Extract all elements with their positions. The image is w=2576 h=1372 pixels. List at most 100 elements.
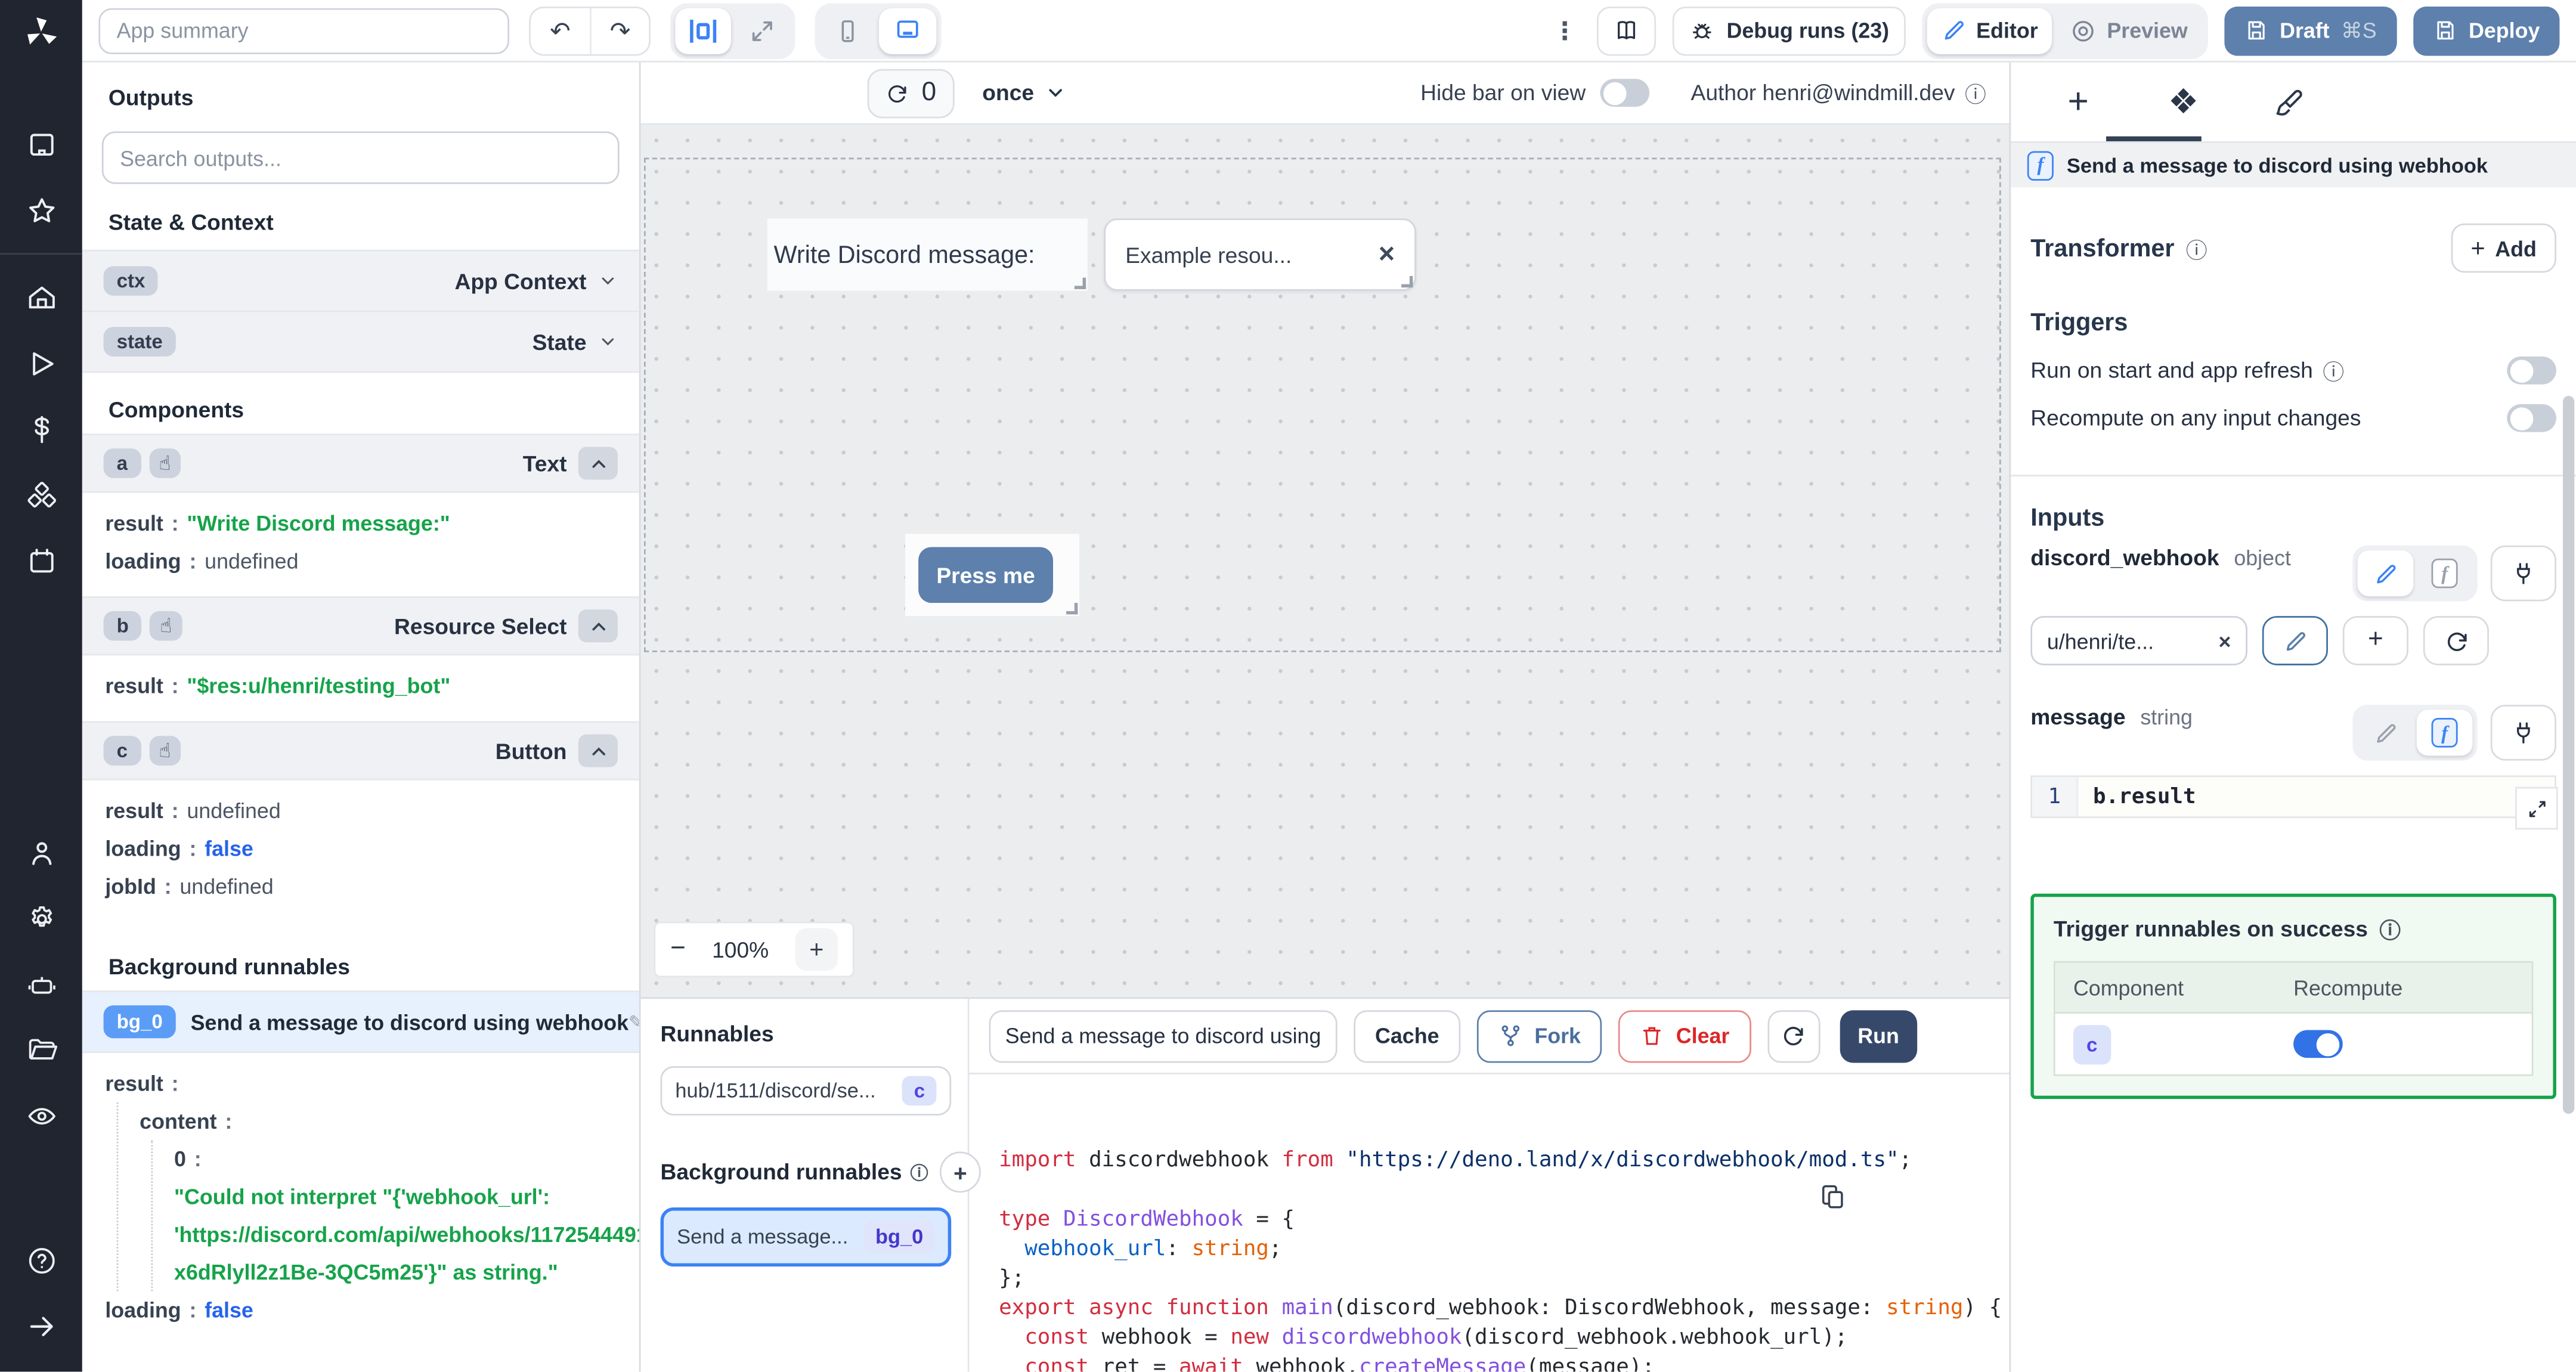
folders-icon[interactable]	[0, 1017, 82, 1082]
schedules-calendar-icon[interactable]	[0, 527, 82, 593]
collapse-chevron-up-icon[interactable]	[578, 734, 618, 767]
workspace-icon[interactable]	[0, 112, 82, 177]
docs-book-button[interactable]	[1596, 5, 1657, 55]
frequency-value: once	[982, 80, 1035, 106]
app-canvas[interactable]: Write Discord message: Example resou... …	[640, 125, 2010, 998]
home-icon[interactable]	[0, 265, 82, 330]
redo-button[interactable]: ↷	[590, 7, 649, 54]
script-editor-panel: Send a message to discord using Cache Fo…	[969, 999, 2010, 1372]
fork-icon	[1501, 1025, 1520, 1046]
code-editor[interactable]: import discordwebhook from "https://deno…	[970, 1074, 2010, 1372]
expand-editor-button[interactable]	[2515, 786, 2558, 830]
audit-eye-icon[interactable]	[0, 1083, 82, 1148]
connect-plug-button[interactable]	[2490, 545, 2556, 602]
cache-button[interactable]: Cache	[1354, 1009, 1461, 1063]
fork-button[interactable]: Fork	[1476, 1009, 1602, 1063]
workers-robot-icon[interactable]	[0, 951, 82, 1017]
resize-handle[interactable]	[1066, 603, 1078, 615]
tab-preview[interactable]: Preview	[2056, 7, 2203, 53]
tab-editor[interactable]: Editor	[1927, 7, 2053, 54]
windmill-logo-icon[interactable]	[0, 0, 82, 66]
runnable-item-bg0[interactable]: Send a message... bg_0	[660, 1207, 952, 1267]
refresh-resource-button[interactable]	[2423, 616, 2489, 665]
more-menu-button[interactable]: ⋮	[1549, 16, 1580, 45]
component-b-header[interactable]: b ☝ Resource Select	[82, 596, 639, 656]
debug-runs-button[interactable]: Debug runs (23)	[1672, 5, 1906, 55]
settings-gear-icon[interactable]	[0, 885, 82, 951]
save-icon	[2247, 21, 2264, 40]
eval-mode-fn-icon[interactable]: f	[2417, 550, 2473, 596]
frequency-dropdown[interactable]: once	[982, 80, 1067, 105]
input1-type: object	[2234, 545, 2291, 571]
clear-button[interactable]: Clear	[1618, 1009, 1751, 1063]
favorites-star-icon[interactable]	[0, 178, 82, 243]
help-icon[interactable]	[0, 1227, 82, 1293]
ctx-row[interactable]: ctx App Context	[82, 249, 639, 312]
search-outputs-input[interactable]	[120, 145, 602, 171]
center-layout-button[interactable]	[675, 7, 732, 54]
chevron-down-icon[interactable]	[598, 271, 618, 291]
runs-play-icon[interactable]	[0, 330, 82, 396]
edit-pencil-icon[interactable]: ✎	[628, 1011, 639, 1033]
zoom-out-button[interactable]: −	[670, 935, 686, 965]
zoom-in-button[interactable]: +	[795, 928, 838, 971]
app-summary-input[interactable]	[98, 7, 510, 54]
resize-handle[interactable]	[1074, 277, 1086, 289]
text-component[interactable]: Write Discord message:	[767, 218, 1088, 291]
component-c-header[interactable]: c ☝ Button	[82, 721, 639, 781]
chevron-down-icon[interactable]	[598, 332, 618, 352]
edit-resource-button[interactable]	[2262, 616, 2328, 665]
add-transformer-button[interactable]: + Add	[2451, 223, 2556, 273]
connect-plug-button[interactable]	[2490, 704, 2556, 761]
collapse-sidebar-arrow-icon[interactable]	[0, 1293, 82, 1358]
run-on-start-toggle[interactable]	[2507, 356, 2556, 385]
plug-icon	[2516, 563, 2530, 584]
static-mode-pencil-icon[interactable]	[2358, 710, 2414, 755]
fullscreen-layout-button[interactable]	[735, 7, 791, 53]
line-number: 1	[2032, 777, 2079, 817]
eval-mode-fn-icon[interactable]: f	[2416, 710, 2473, 756]
undo-button[interactable]: ↶	[531, 7, 590, 53]
resource-select-component[interactable]: Example resou... ×	[1104, 218, 1416, 291]
users-icon[interactable]	[0, 820, 82, 885]
hand-pointer-icon[interactable]: ☝	[148, 448, 181, 478]
mobile-view-button[interactable]	[820, 7, 876, 53]
variables-dollar-icon[interactable]	[0, 396, 82, 462]
desktop-view-button[interactable]	[878, 7, 937, 54]
press-me-button[interactable]: Press me	[918, 547, 1054, 603]
script-name-field[interactable]: Send a message to discord using	[989, 1009, 1337, 1063]
tab-insert-plus-icon[interactable]: +	[2047, 69, 2110, 135]
clear-select-icon[interactable]: ×	[1379, 238, 1395, 271]
refresh-count-button[interactable]: 0	[867, 68, 955, 117]
resize-handle[interactable]	[1401, 275, 1413, 288]
collapse-chevron-up-icon[interactable]	[578, 447, 618, 480]
resources-cubes-icon[interactable]	[0, 462, 82, 527]
draft-button[interactable]: Draft ⌘S	[2224, 5, 2397, 55]
tab-styling-brush-icon[interactable]	[2258, 69, 2320, 135]
tab-components-diamonds-icon[interactable]: ❖	[2152, 69, 2215, 135]
resource-value-input[interactable]: u/henri/te... ×	[2030, 616, 2247, 665]
trash-icon	[1643, 1027, 1661, 1045]
hand-pointer-icon[interactable]: ☝	[150, 611, 182, 641]
hide-bar-toggle[interactable]	[1600, 79, 1650, 107]
state-context-title: State & Context	[108, 210, 274, 235]
recompute-c-toggle[interactable]	[2293, 1030, 2343, 1058]
recompute-toggle[interactable]	[2507, 404, 2556, 432]
info-icon: ⓘ	[2323, 360, 2345, 385]
add-resource-button[interactable]: +	[2342, 616, 2408, 665]
state-row[interactable]: state State	[82, 310, 639, 373]
message-expression-editor[interactable]: 1 b.result	[2030, 775, 2558, 830]
copy-code-icon[interactable]	[1819, 1123, 1973, 1269]
deploy-button[interactable]: Deploy	[2413, 5, 2560, 55]
bg0-header[interactable]: bg_0 Send a message to discord using web…	[82, 990, 639, 1054]
reload-script-button[interactable]	[1767, 1009, 1820, 1063]
component-a-header[interactable]: a ☝ Text	[82, 433, 639, 493]
static-mode-pencil-icon[interactable]	[2357, 550, 2414, 597]
collapse-chevron-up-icon[interactable]	[578, 609, 618, 643]
run-button[interactable]: Run	[1839, 1009, 1918, 1063]
scrollbar-thumb[interactable]	[2562, 395, 2575, 1114]
hand-pointer-icon[interactable]: ☝	[148, 736, 181, 766]
clear-resource-icon[interactable]: ×	[2219, 628, 2231, 653]
component-c-output: result: undefined loading: false jobId: und…	[105, 798, 281, 899]
runnable-item-hub[interactable]: hub/1511/discord/se... c	[660, 1066, 952, 1116]
